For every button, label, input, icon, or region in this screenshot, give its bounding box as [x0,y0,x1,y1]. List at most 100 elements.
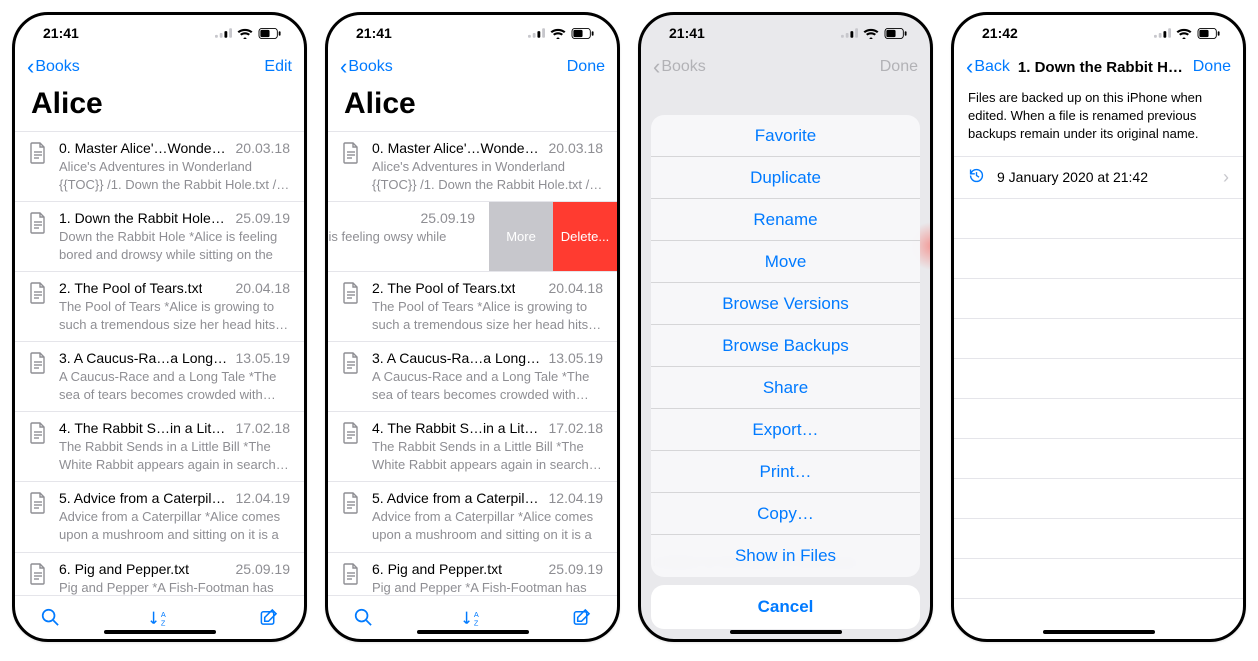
page-title: Alice [328,83,617,131]
file-preview: The Pool of Tears *Alice is growing to s… [59,298,290,333]
list-item[interactable]: 4. The Rabbit S…in a Little Bill.txt 17.… [328,412,617,482]
list-item[interactable]: 2. The Pool of Tears.txt 20.04.18 The Po… [15,272,304,342]
battery-icon [884,28,908,39]
file-date: 25.09.19 [236,561,291,577]
backup-date: 9 January 2020 at 21:42 [997,169,1148,185]
file-title: 4. The Rabbit S…in a Little Bill.txt [372,420,541,436]
file-date: 25.09.19 [236,210,291,226]
search-icon[interactable] [41,608,60,627]
sort-icon[interactable]: AZ [462,609,484,627]
list-item-swiped[interactable]: abbit Hole.txt 25.09.19 bit Hole *Alice … [328,202,617,272]
sheet-item-share[interactable]: Share [651,367,920,409]
status-bar: 21:42 [954,15,1243,51]
backup-entry[interactable]: 9 January 2020 at 21:42 › [954,156,1243,199]
nav-bar: ‹ Books Edit [15,51,304,83]
file-title: 4. The Rabbit S…in a Little Bill.txt [59,420,228,436]
more-button[interactable]: More [489,202,553,271]
home-indicator[interactable] [417,630,529,634]
sheet-item-browse-backups[interactable]: Browse Backups [651,325,920,367]
list-item[interactable]: 0. Master Alice'…Wonderland.txt 20.03.18… [328,132,617,202]
file-title: 2. The Pool of Tears.txt [59,280,202,296]
document-icon [29,212,47,263]
sheet-item-print-[interactable]: Print… [651,451,920,493]
sheet-item-rename[interactable]: Rename [651,199,920,241]
file-preview: Down the Rabbit Hole *Alice is feeling b… [59,228,290,263]
wifi-icon [863,28,879,39]
done-button: Done [880,58,918,76]
compose-icon[interactable] [259,608,278,627]
back-button[interactable]: ‹ Books [27,56,80,78]
page-title: Alice [15,83,304,131]
chevron-left-icon: ‹ [966,56,973,78]
home-indicator[interactable] [730,630,842,634]
file-title: 6. Pig and Pepper.txt [59,561,189,577]
home-indicator[interactable] [1043,630,1155,634]
sheet-item-move[interactable]: Move [651,241,920,283]
list-item[interactable]: 4. The Rabbit S…in a Little Bill.txt 17.… [15,412,304,482]
document-icon [29,142,47,193]
battery-icon [1197,28,1221,39]
document-icon [342,352,360,403]
sheet-item-duplicate[interactable]: Duplicate [651,157,920,199]
document-icon [29,352,47,403]
done-button[interactable]: Done [1193,58,1231,76]
sheet-item-show-in-files[interactable]: Show in Files [651,535,920,577]
compose-icon[interactable] [572,608,591,627]
status-time: 21:42 [982,25,1018,41]
file-preview: The Pool of Tears *Alice is growing to s… [372,298,603,333]
list-item[interactable]: 3. A Caucus-Ra…a Long Tale.txt 13.05.19 … [15,342,304,412]
file-date: 20.03.18 [236,140,291,156]
list-item[interactable]: 1. Down the Rabbit Hole.txt 25.09.19 Dow… [15,202,304,272]
chevron-left-icon: ‹ [27,56,34,78]
search-icon[interactable] [354,608,373,627]
file-title: 3. A Caucus-Ra…a Long Tale.txt [372,350,541,366]
chevron-left-icon: ‹ [340,56,347,78]
signal-icon [215,28,232,38]
document-icon [342,282,360,333]
file-title: 6. Pig and Pepper.txt [372,561,502,577]
file-title: 0. Master Alice'…Wonderland.txt [372,140,541,156]
home-indicator[interactable] [104,630,216,634]
status-icons [841,28,908,39]
list-item[interactable]: 6. Pig and Pepper.txt 25.09.19 Pig and P… [15,553,304,595]
list-item[interactable]: 5. Advice from a Caterpillar.txt 12.04.1… [328,482,617,552]
file-date: 17.02.18 [236,420,291,436]
list-item[interactable]: 0. Master Alice'…Wonderland.txt 20.03.18… [15,132,304,202]
list-item[interactable]: 5. Advice from a Caterpillar.txt 12.04.1… [15,482,304,552]
file-date: 25.09.19 [549,561,604,577]
file-preview: The Rabbit Sends in a Little Bill *The W… [372,438,603,473]
battery-icon [571,28,595,39]
file-preview: Pig and Pepper *A Fish-Footman has an in… [59,579,290,595]
delete-button[interactable]: Delete... [553,202,617,271]
file-preview: Alice's Adventures in Wonderland {{TOC}}… [59,158,290,193]
sheet-item-copy-[interactable]: Copy… [651,493,920,535]
back-button[interactable]: ‹ Books [340,56,393,78]
back-label: Books [348,58,392,76]
sheet-item-browse-versions[interactable]: Browse Versions [651,283,920,325]
document-icon [342,492,360,543]
file-list[interactable]: 0. Master Alice'…Wonderland.txt 20.03.18… [15,131,304,595]
phone-list-view: 21:41 ‹ Books Edit Alice 0. Master Alice… [12,12,307,642]
status-time: 21:41 [356,25,392,41]
edit-button[interactable]: Edit [264,58,292,76]
list-item[interactable]: 2. The Pool of Tears.txt 20.04.18 The Po… [328,272,617,342]
signal-icon [528,28,545,38]
sort-icon[interactable]: AZ [149,609,171,627]
list-item[interactable]: 6. Pig and Pepper.txt 25.09.19 Pig and P… [328,553,617,595]
cancel-button[interactable]: Cancel [651,585,920,629]
list-item[interactable]: 3. A Caucus-Ra…a Long Tale.txt 13.05.19 … [328,342,617,412]
status-time: 21:41 [43,25,79,41]
file-title: 5. Advice from a Caterpillar.txt [59,490,228,506]
back-button[interactable]: ‹ Back [966,56,1010,78]
file-preview: The Rabbit Sends in a Little Bill *The W… [59,438,290,473]
done-button[interactable]: Done [567,58,605,76]
back-label: Back [974,58,1010,76]
sheet-item-favorite[interactable]: Favorite [651,115,920,157]
file-list[interactable]: 0. Master Alice'…Wonderland.txt 20.03.18… [328,131,617,595]
battery-icon [258,28,282,39]
file-preview: A Caucus-Race and a Long Tale *The sea o… [372,368,603,403]
file-title: 1. Down the Rabbit Hole.txt [59,210,228,226]
file-date: 17.02.18 [549,420,604,436]
file-preview: bit Hole *Alice is feeling owsy while si… [328,228,475,263]
sheet-item-export-[interactable]: Export… [651,409,920,451]
